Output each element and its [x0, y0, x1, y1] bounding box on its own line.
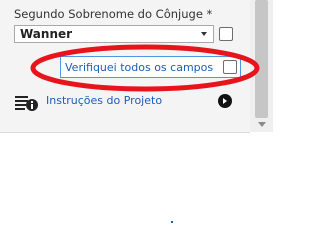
spouse-second-surname-label: Segundo Sobrenome do Cônjuge *: [14, 7, 213, 21]
scroll-down-arrow-icon[interactable]: [258, 122, 266, 127]
chevron-down-icon: [201, 32, 207, 36]
stray-pixel: [171, 221, 173, 223]
verify-fields-control[interactable]: Verifiquei todos os campos: [60, 56, 241, 78]
document-info-icon: [15, 96, 38, 111]
verify-fields-label: Verifiquei todos os campos: [65, 61, 214, 74]
chevron-right-circle-icon[interactable]: [218, 94, 232, 108]
screen: Segundo Sobrenome do Cônjuge * Wanner Ve…: [0, 0, 273, 225]
spouse-second-surname-select[interactable]: Wanner: [14, 25, 214, 43]
verify-fields-checkbox[interactable]: [223, 60, 237, 74]
form-panel: Segundo Sobrenome do Cônjuge * Wanner Ve…: [0, 0, 250, 133]
select-selected-value: Wanner: [20, 27, 73, 41]
spouse-second-surname-checkbox[interactable]: [219, 27, 233, 41]
scrollbar-thumb[interactable]: [255, 0, 268, 118]
vertical-scrollbar[interactable]: [250, 0, 273, 132]
project-instructions-link[interactable]: Instruções do Projeto: [46, 94, 162, 107]
